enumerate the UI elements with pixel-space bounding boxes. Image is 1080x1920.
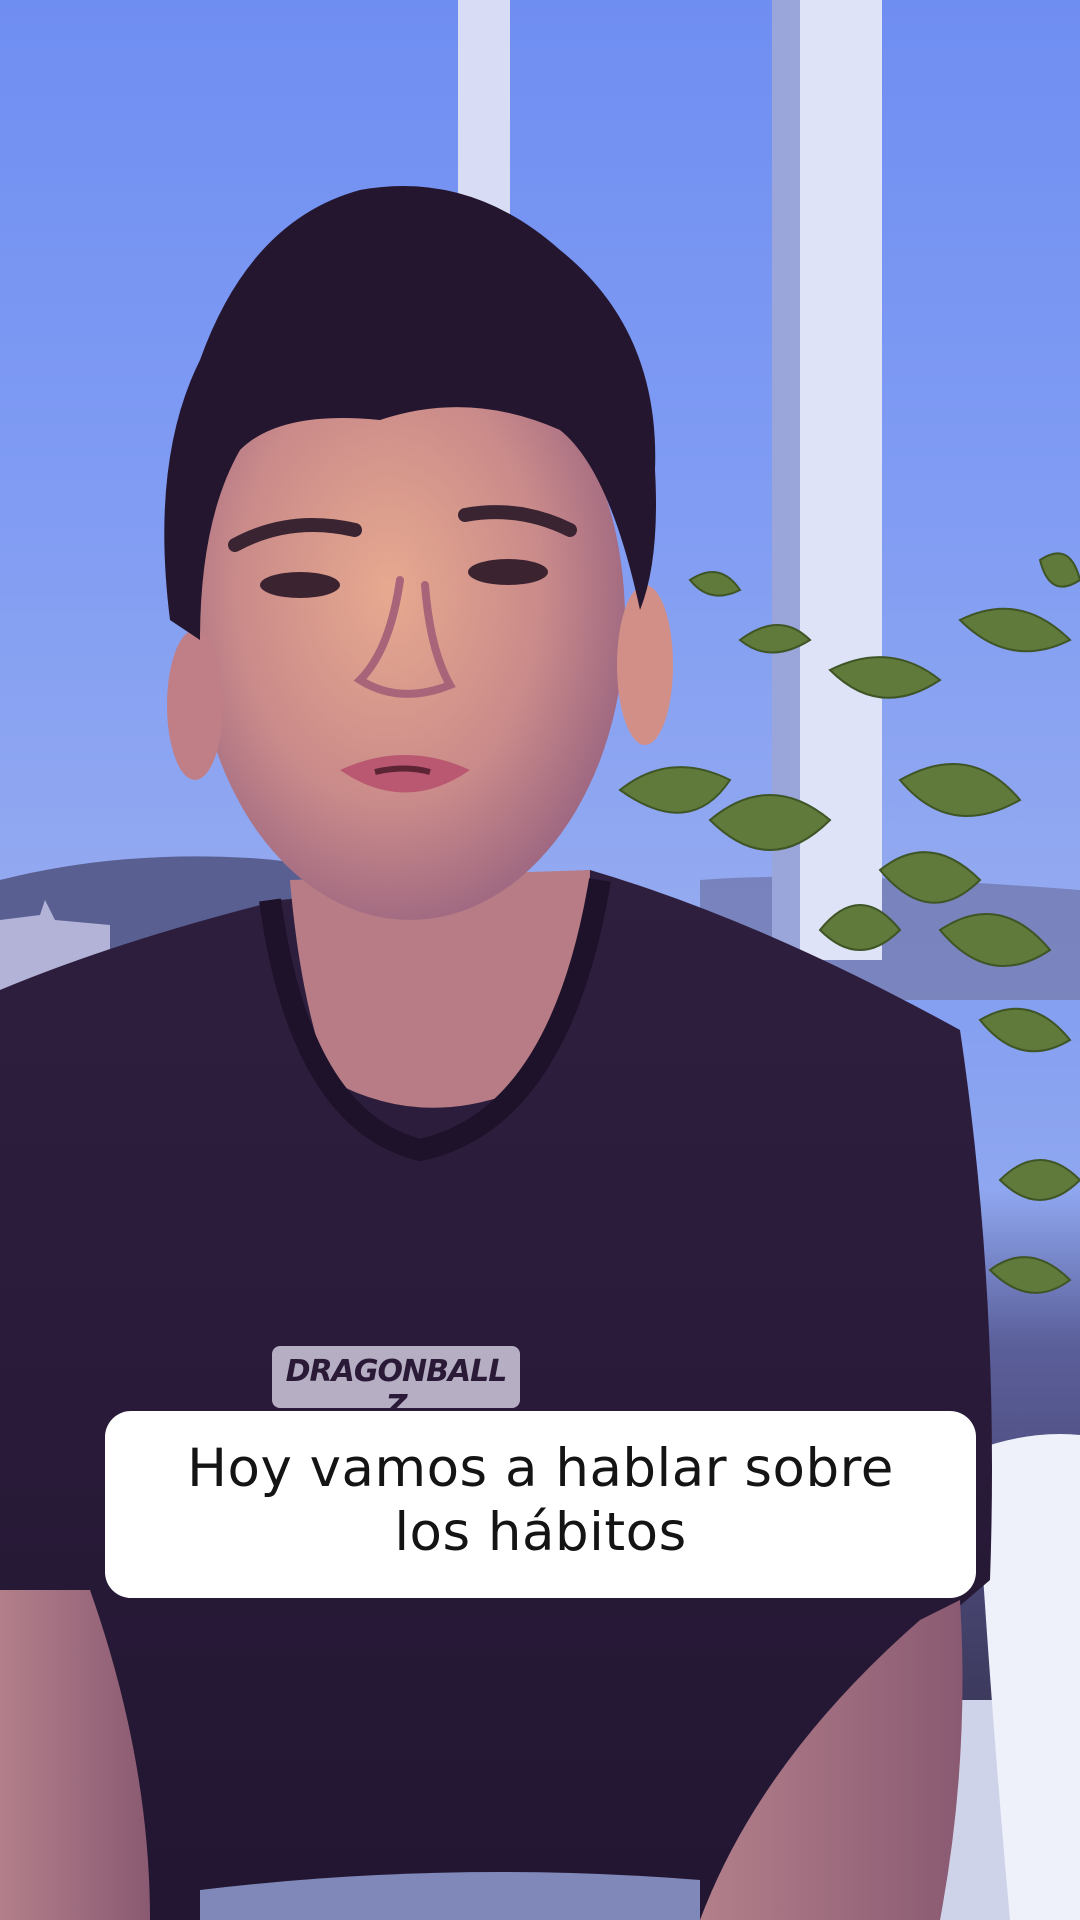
left-ear [167,630,223,780]
background-scene [0,0,1080,1920]
right-eye [468,559,548,585]
video-frame: DRAGONBALL Z Hoy vamos a hablar sobre lo… [0,0,1080,1920]
right-ear [617,585,673,745]
caption-text: Hoy vamos a hablar sobre los hábitos [187,1438,894,1563]
left-eye [260,572,340,598]
caption-box: Hoy vamos a hablar sobre los hábitos [105,1411,976,1598]
